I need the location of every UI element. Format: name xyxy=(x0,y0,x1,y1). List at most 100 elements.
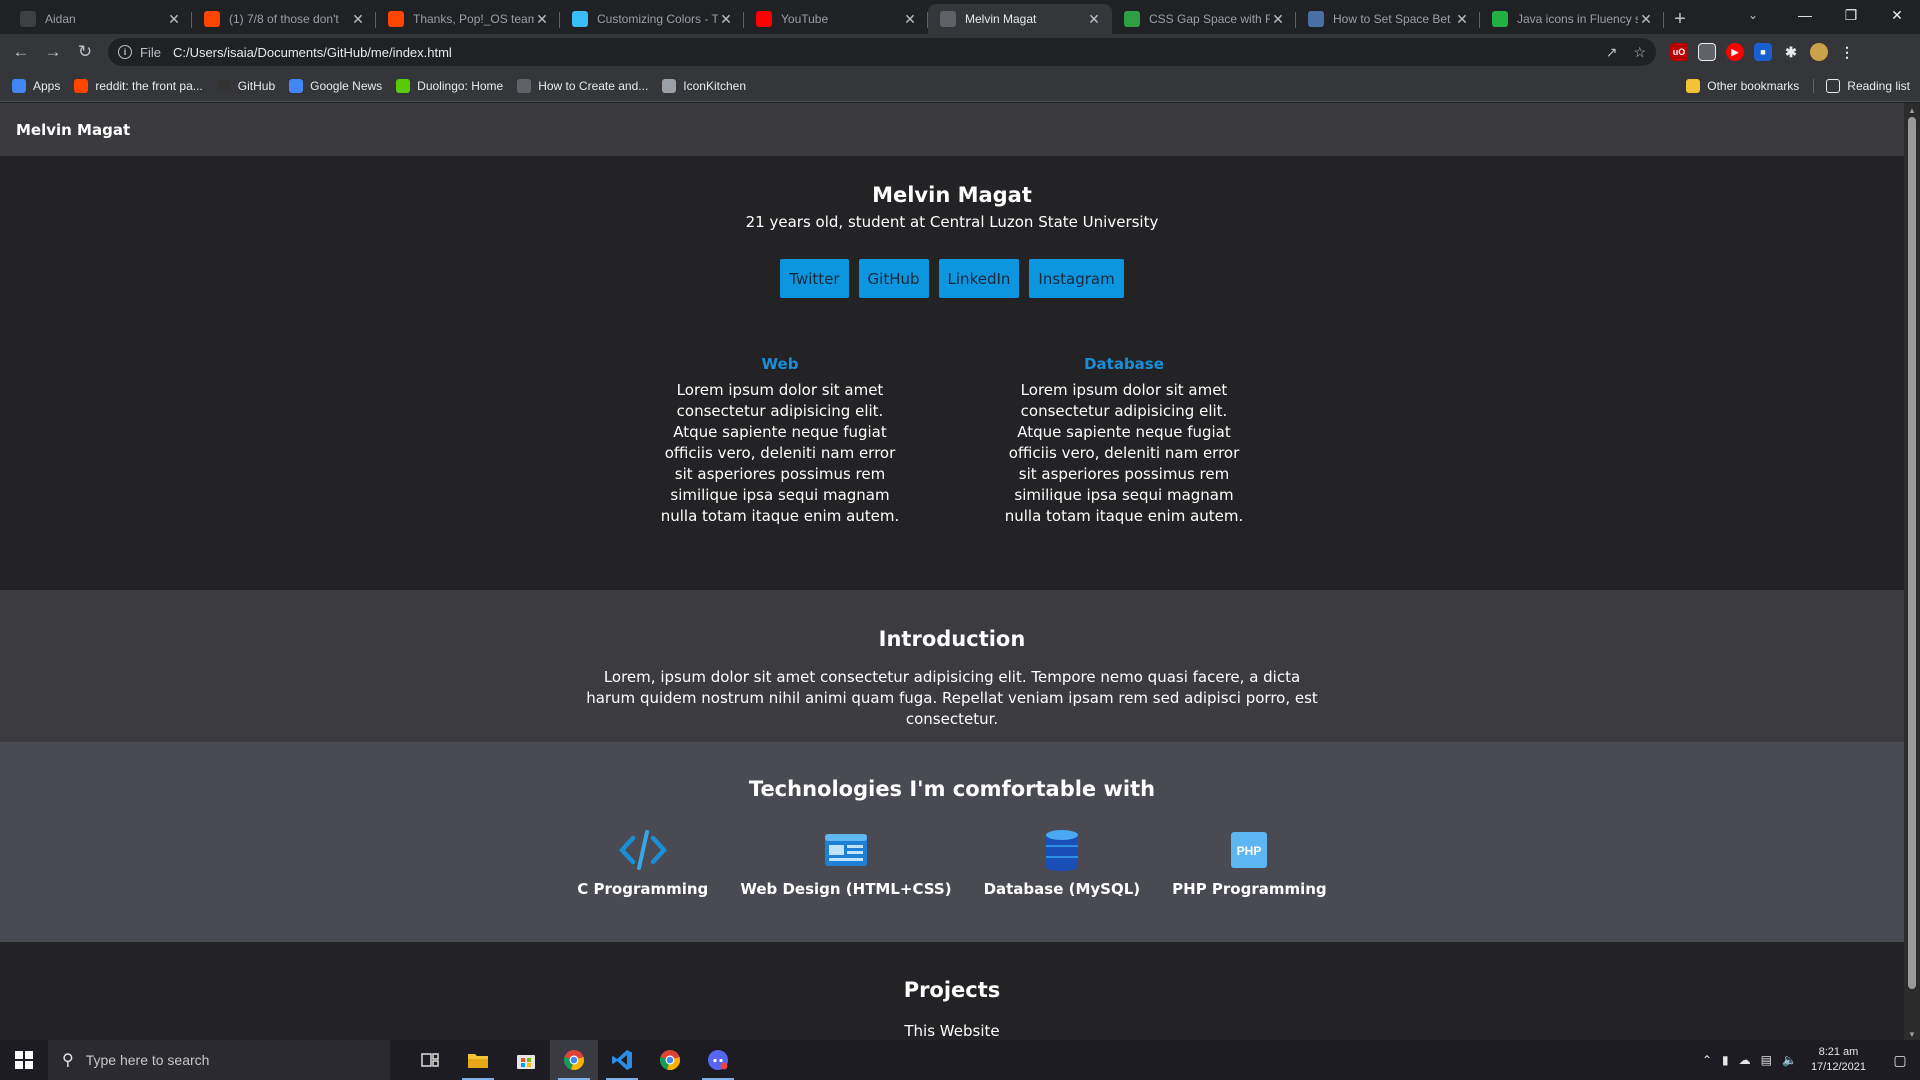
youtube-favicon xyxy=(756,11,772,27)
battery-icon[interactable]: ▮ xyxy=(1722,1053,1729,1067)
close-tab-icon[interactable]: ✕ xyxy=(534,11,550,28)
tab-strip: Aidan ✕ (1) 7/8 of those don't ✕ Thanks, Pop… xyxy=(0,0,1920,34)
reading-list[interactable]: Reading list xyxy=(1813,79,1910,93)
bookmark-label: How to Create and... xyxy=(538,78,649,93)
browser-tab[interactable]: Customizing Colors - T ✕ xyxy=(560,4,744,34)
tab-search-icon[interactable]: ⌄ xyxy=(1734,0,1772,30)
address-url[interactable]: C:/Users/isaia/Documents/GitHub/me/index… xyxy=(173,45,1590,60)
restore-button[interactable]: ❐ xyxy=(1828,0,1874,30)
linkedin-button[interactable]: LinkedIn xyxy=(938,259,1020,298)
bookmark-item[interactable]: IconKitchen xyxy=(662,78,746,93)
close-tab-icon[interactable]: ✕ xyxy=(166,11,182,28)
close-tab-icon[interactable]: ✕ xyxy=(1638,11,1654,28)
close-tab-icon[interactable]: ✕ xyxy=(1454,11,1470,28)
discord-taskbar-icon[interactable] xyxy=(694,1040,742,1080)
web-column-title: Web xyxy=(761,355,799,373)
minimize-button[interactable]: — xyxy=(1782,0,1828,30)
other-bookmarks-folder[interactable]: Other bookmarks xyxy=(1686,79,1799,93)
scrollbar-thumb[interactable] xyxy=(1908,117,1916,989)
address-bar[interactable]: i File C:/Users/isaia/Documents/GitHub/m… xyxy=(108,38,1656,66)
share-icon[interactable]: ↗ xyxy=(1606,44,1618,61)
taskbar-search-placeholder: Type here to search xyxy=(85,1052,210,1068)
windows-start-icon[interactable] xyxy=(0,1040,48,1080)
browser-tab[interactable]: (1) 7/8 of those don't ✕ xyxy=(192,4,376,34)
page-viewport: Melvin Magat Melvin Magat 21 years old, … xyxy=(0,103,1904,1041)
tab-title: Thanks, Pop!_OS team xyxy=(413,12,534,26)
bookmark-item[interactable]: How to Create and... xyxy=(517,78,649,93)
tab-title: How to Set Space Bet xyxy=(1333,12,1451,26)
reload-icon[interactable]: ↻ xyxy=(70,37,100,67)
tailwind-favicon xyxy=(572,11,588,27)
bookmark-star-icon[interactable]: ☆ xyxy=(1633,44,1646,61)
browser-toolbar: ← → ↻ i File C:/Users/isaia/Documents/Gi… xyxy=(0,34,1920,70)
page-scrollbar[interactable]: ▲ ▼ xyxy=(1904,103,1920,1041)
network-icon[interactable]: ▤ xyxy=(1761,1053,1772,1067)
web-column: Web Lorem ipsum dolor sit amet consectet… xyxy=(658,355,902,527)
close-tab-icon[interactable]: ✕ xyxy=(1086,11,1102,28)
task-view-icon[interactable] xyxy=(406,1040,454,1080)
browser-tab[interactable]: YouTube ✕ xyxy=(744,4,928,34)
browser-tab[interactable]: Java icons in Fluency s ✕ xyxy=(1480,4,1664,34)
close-window-button[interactable]: ✕ xyxy=(1874,0,1920,30)
reddit-favicon xyxy=(204,11,220,27)
chrome-menu-icon[interactable]: ⋮ xyxy=(1838,43,1856,61)
database-column: Database Lorem ipsum dolor sit amet cons… xyxy=(1002,355,1246,527)
bookmark-item[interactable]: Apps xyxy=(12,78,60,93)
profile-avatar[interactable] xyxy=(1810,43,1828,61)
introduction-section: Introduction Lorem, ipsum dolor sit amet… xyxy=(0,590,1904,742)
chevron-up-icon[interactable]: ⌃ xyxy=(1702,1053,1712,1067)
window-extension-icon[interactable] xyxy=(1698,43,1716,61)
bookmark-item[interactable]: GitHub xyxy=(216,78,275,93)
new-tab-button[interactable]: + xyxy=(1664,4,1696,34)
browser-tab[interactable]: Aidan ✕ xyxy=(8,4,192,34)
browser-tab[interactable]: How to Set Space Bet ✕ xyxy=(1296,4,1480,34)
browser-tab[interactable]: CSS Gap Space with F ✕ xyxy=(1112,4,1296,34)
scroll-down-arrow[interactable]: ▼ xyxy=(1904,1027,1920,1041)
puzzle-extensions-icon[interactable]: ✱ xyxy=(1782,43,1800,61)
instagram-button[interactable]: Instagram xyxy=(1029,259,1124,298)
windows-taskbar: ⚲ Type here to search ⌃ ▮ ☁ ▤ 🔈 8:21 am … xyxy=(0,1040,1920,1080)
close-tab-icon[interactable]: ✕ xyxy=(718,11,734,28)
project-item[interactable]: This Website xyxy=(0,1022,1904,1040)
bookmark-item[interactable]: Duolingo: Home xyxy=(396,78,503,93)
technologies-list: C Programming Web Design (HTML+CSS) Data… xyxy=(0,826,1904,898)
site-brand[interactable]: Melvin Magat xyxy=(16,121,130,139)
scroll-up-arrow[interactable]: ▲ xyxy=(1904,103,1920,117)
bookmark-item[interactable]: reddit: the front pa... xyxy=(74,78,203,93)
file-explorer-icon[interactable] xyxy=(454,1040,502,1080)
chrome-taskbar-icon[interactable] xyxy=(550,1040,598,1080)
onedrive-icon[interactable]: ☁ xyxy=(1739,1053,1751,1067)
close-tab-icon[interactable]: ✕ xyxy=(902,11,918,28)
close-tab-icon[interactable]: ✕ xyxy=(1270,11,1286,28)
github-button[interactable]: GitHub xyxy=(858,259,929,298)
taskbar-clock[interactable]: 8:21 am 17/12/2021 xyxy=(1811,1045,1866,1075)
chrome-alt-taskbar-icon[interactable] xyxy=(646,1040,694,1080)
hero-subtitle: 21 years old, student at Central Luzon S… xyxy=(745,213,1159,231)
tab-title: Java icons in Fluency s xyxy=(1517,12,1638,26)
svg-text:PHP: PHP xyxy=(1237,844,1262,858)
browser-tab[interactable]: Thanks, Pop!_OS team ✕ xyxy=(376,4,560,34)
twitter-button[interactable]: Twitter xyxy=(780,259,849,298)
web-design-icon xyxy=(822,826,870,874)
bookmark-item[interactable]: Google News xyxy=(289,78,382,93)
bitwarden-extension-icon[interactable]: ■ xyxy=(1754,43,1772,61)
browser-tab[interactable]: Melvin Magat ✕ xyxy=(928,4,1112,34)
icons8-favicon xyxy=(1492,11,1508,27)
bookmark-label: reddit: the front pa... xyxy=(95,78,203,93)
vscode-taskbar-icon[interactable] xyxy=(598,1040,646,1080)
close-tab-icon[interactable]: ✕ xyxy=(350,11,366,28)
back-arrow-icon[interactable]: ← xyxy=(6,37,36,67)
volume-icon[interactable]: 🔈 xyxy=(1782,1053,1797,1067)
forward-arrow-icon[interactable]: → xyxy=(38,37,68,67)
taskbar-search-box[interactable]: ⚲ Type here to search xyxy=(48,1040,390,1080)
clock-date: 17/12/2021 xyxy=(1810,1061,1866,1073)
microsoft-store-icon[interactable] xyxy=(502,1040,550,1080)
ublock-extension-icon[interactable]: uO xyxy=(1670,43,1688,61)
duolingo-icon xyxy=(396,78,411,93)
notification-icon[interactable]: ▢ xyxy=(1880,1040,1920,1080)
aidan-favicon xyxy=(20,11,36,27)
introduction-text: Lorem, ipsum dolor sit amet consectetur … xyxy=(586,668,1318,728)
info-icon[interactable]: i xyxy=(118,45,132,59)
youtube-extension-icon[interactable]: ▶ xyxy=(1726,43,1744,61)
clock-time: 8:21 am xyxy=(1818,1046,1859,1058)
